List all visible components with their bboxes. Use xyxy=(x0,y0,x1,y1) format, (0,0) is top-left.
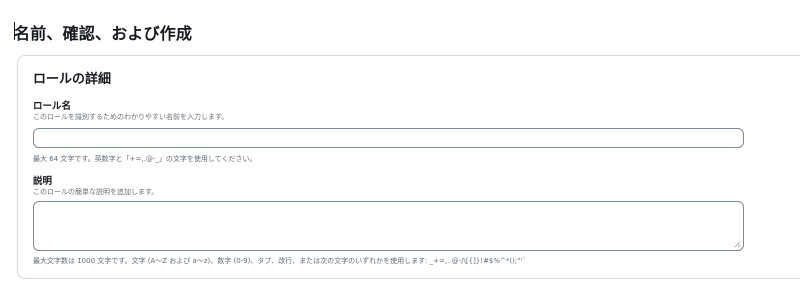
role-name-description: このロールを識別するためのわかりやすい名前を入力します。 xyxy=(33,113,229,121)
card-title: ロールの詳細 xyxy=(33,72,112,87)
role-name-label: ロール名 xyxy=(33,101,72,112)
role-name-hint: 最大 64 文字です。英数字と「+=,.@-_」の文字を使用してください。 xyxy=(33,155,257,163)
description-label: 説明 xyxy=(33,176,53,187)
description-hint: 最大文字数は 1000 文字です。文字 (A〜Z および a〜z)、数字 (0-… xyxy=(33,257,526,265)
role-details-card: ロールの詳細 ロール名 このロールを識別するためのわかりやすい名前を入力します。… xyxy=(17,55,800,279)
page-title: 名前、確認、および作成 xyxy=(14,24,193,43)
description-textarea[interactable] xyxy=(33,201,744,251)
description-description: このロールの簡単な説明を追加します。 xyxy=(33,188,159,196)
role-name-input[interactable] xyxy=(33,128,744,148)
page: 名前、確認、および作成 ロールの詳細 ロール名 このロールを識別するためのわかり… xyxy=(0,0,800,286)
resize-handle-icon[interactable] xyxy=(734,241,741,248)
